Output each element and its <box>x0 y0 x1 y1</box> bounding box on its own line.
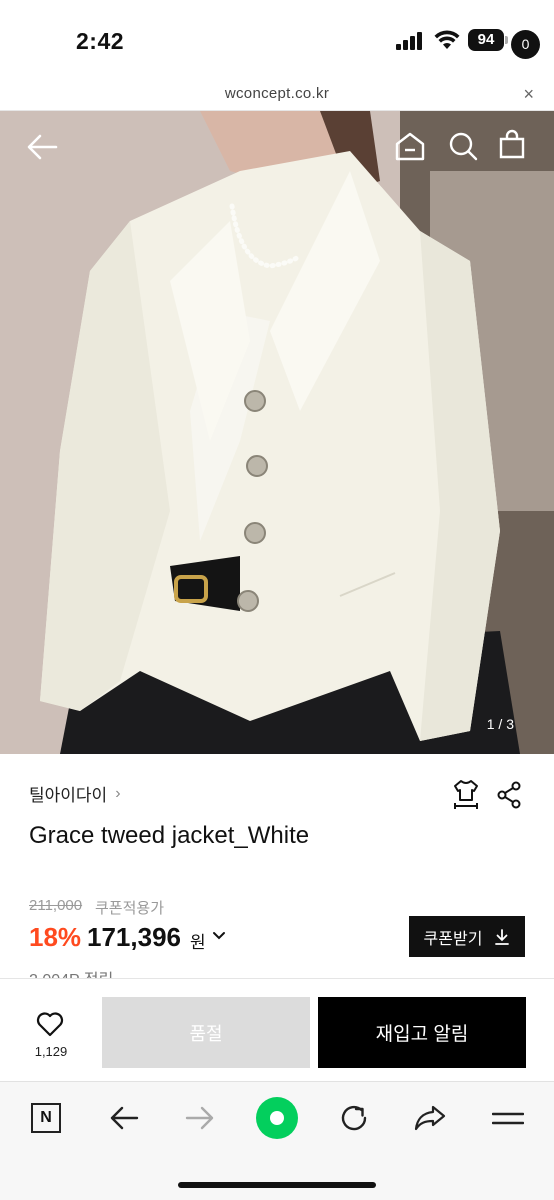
soldout-button: 품절 <box>102 997 310 1068</box>
battery-level: 94 <box>477 31 495 48</box>
back-arrow-icon[interactable] <box>26 133 58 161</box>
signal-icon <box>396 32 422 50</box>
search-icon[interactable] <box>448 131 478 161</box>
status-bar: 2:42 94 <box>0 0 554 80</box>
url-bar[interactable]: wconcept.co.kr × <box>0 80 554 111</box>
refresh-button[interactable] <box>334 1098 374 1138</box>
chevron-right-icon: › <box>115 784 121 802</box>
share-icon[interactable] <box>496 781 522 809</box>
browser-back-button[interactable] <box>104 1098 144 1138</box>
product-name: Grace tweed jacket_White <box>29 822 310 849</box>
restock-alert-button[interactable]: 재입고 알림 <box>318 997 526 1068</box>
green-dot-icon <box>270 1111 284 1125</box>
image-counter: 1 / 3 <box>486 716 514 732</box>
purchase-action-bar: 1,129 품절 재입고 알림 <box>0 978 554 1081</box>
chevron-down-icon[interactable] <box>212 929 226 943</box>
coupon-price-label: 쿠폰적용가 <box>95 900 165 917</box>
close-icon[interactable]: × <box>523 84 534 105</box>
brand-link[interactable]: 틸아이다이 › <box>29 781 121 806</box>
url-text[interactable]: wconcept.co.kr <box>0 85 554 102</box>
browser-toolbar: N <box>0 1081 554 1200</box>
naver-home-button[interactable]: N <box>26 1098 66 1138</box>
home-icon[interactable] <box>394 131 426 161</box>
download-icon <box>495 928 510 945</box>
wish-count: 1,129 <box>34 1044 68 1059</box>
wifi-icon <box>434 30 460 49</box>
battery-indicator: 94 <box>468 29 508 51</box>
menu-icon <box>492 1112 524 1125</box>
discount-rate: 18% <box>29 922 82 952</box>
refresh-icon <box>341 1105 367 1131</box>
heart-icon[interactable] <box>36 1011 64 1037</box>
menu-button[interactable] <box>488 1098 528 1138</box>
sale-price: 171,396 <box>87 922 181 952</box>
original-price: 211,000 <box>29 897 83 914</box>
browser-forward-button[interactable] <box>180 1098 220 1138</box>
coupon-button-label: 쿠폰받기 <box>423 930 483 948</box>
cart-count-badge[interactable]: 0 <box>511 30 540 59</box>
status-time: 2:42 <box>76 28 125 54</box>
green-dot-button[interactable] <box>256 1097 298 1139</box>
brand-name[interactable]: 틸아이다이 <box>29 781 107 806</box>
product-image[interactable]: 1 / 3 <box>0 111 554 754</box>
share-button[interactable] <box>410 1098 450 1138</box>
forward-share-icon <box>414 1105 446 1131</box>
coupon-download-button[interactable]: 쿠폰받기 <box>409 916 525 957</box>
naver-logo: N <box>31 1103 61 1133</box>
product-photo <box>0 111 554 754</box>
shopping-bag-icon[interactable] <box>498 129 526 159</box>
home-indicator <box>178 1182 376 1188</box>
forward-arrow-icon <box>185 1106 214 1130</box>
size-guide-icon[interactable] <box>452 778 480 810</box>
currency-label[interactable]: 원 <box>190 928 206 953</box>
back-arrow-icon <box>110 1106 139 1130</box>
